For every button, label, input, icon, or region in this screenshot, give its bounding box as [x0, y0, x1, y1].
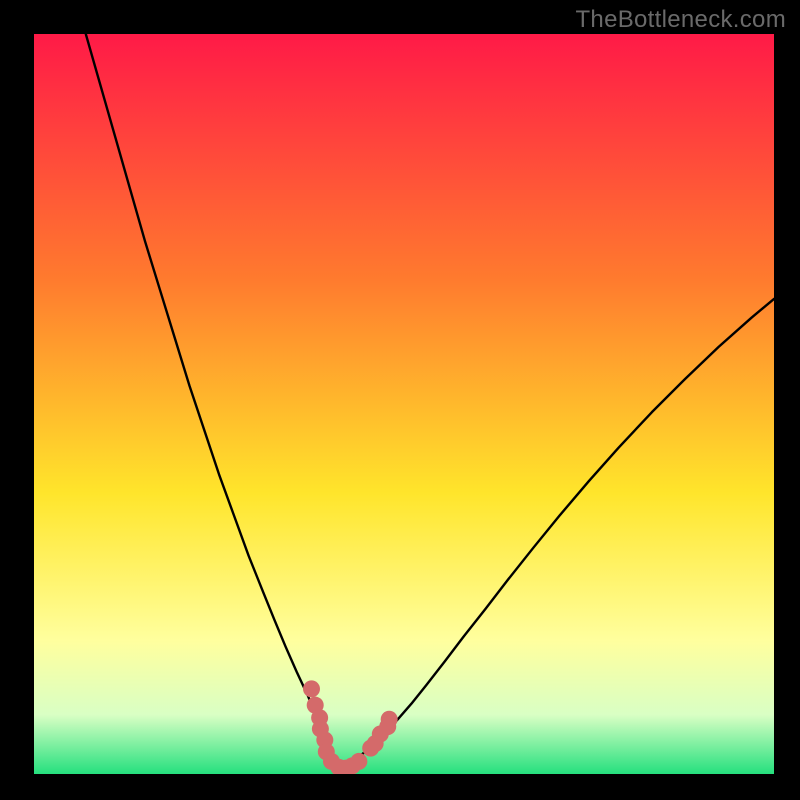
trough-marker: [303, 680, 320, 697]
trough-marker: [350, 753, 367, 770]
chart-background: [34, 34, 774, 774]
chart-plot-area: [34, 34, 774, 774]
trough-marker: [381, 711, 398, 728]
chart-frame: TheBottleneck.com: [0, 0, 800, 800]
chart-svg: [34, 34, 774, 774]
watermark-text: TheBottleneck.com: [575, 6, 786, 34]
